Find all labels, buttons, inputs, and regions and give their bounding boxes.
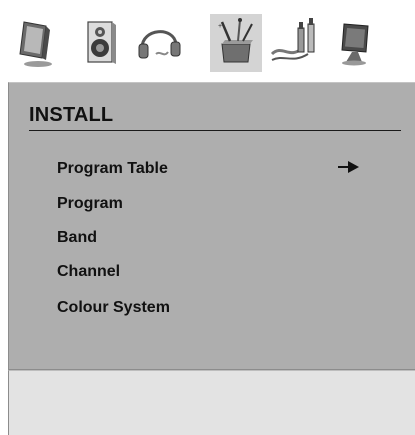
tab-language[interactable] [134,14,186,72]
menu-item-program-table[interactable]: Program Table [57,160,168,178]
monitor-settings-icon [341,23,369,66]
menu-item-band[interactable]: Band [57,229,97,247]
menu-title: INSTALL [29,104,114,126]
menu-item-program[interactable]: Program [57,195,123,213]
tab-preferences[interactable] [330,14,382,72]
tab-install[interactable]: + [210,14,262,72]
title-divider [29,130,401,131]
selection-arrow-icon [338,161,359,173]
av-cables-icon [270,18,315,61]
menu-footer [8,370,415,435]
tab-audio[interactable] [74,14,126,72]
tv-screen-icon [19,21,52,67]
tab-connections[interactable] [268,14,320,72]
speaker-icon [87,21,116,64]
tools-box-icon: + [218,18,253,63]
svg-text:+: + [218,23,222,30]
menu-item-colour-system[interactable]: Colour System [57,299,170,317]
tab-picture[interactable] [12,14,64,72]
menu-item-channel[interactable]: Channel [57,263,120,281]
install-menu-panel: INSTALL Program Table Program Band Chann… [8,82,415,370]
menu-toolbar: + [0,0,415,78]
headphones-icon [138,30,181,59]
